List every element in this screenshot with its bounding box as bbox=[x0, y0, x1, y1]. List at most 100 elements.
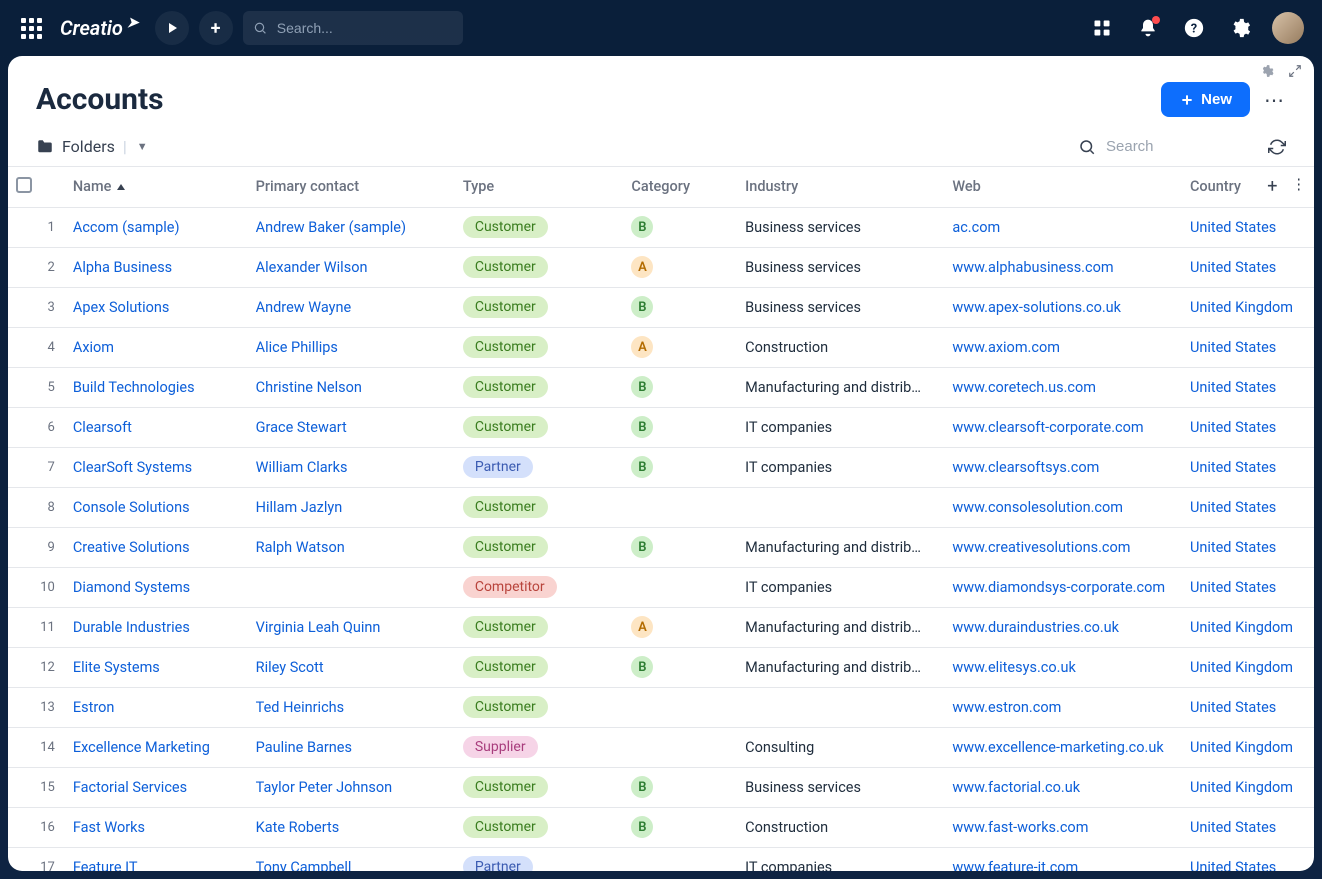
web-link[interactable]: www.alphabusiness.com bbox=[952, 259, 1113, 276]
user-avatar[interactable] bbox=[1272, 12, 1304, 44]
country-link[interactable]: United States bbox=[1190, 459, 1276, 476]
contact-link[interactable]: Christine Nelson bbox=[256, 379, 362, 396]
web-link[interactable]: www.apex-solutions.co.uk bbox=[952, 299, 1121, 316]
web-link[interactable]: www.fast-works.com bbox=[952, 819, 1088, 836]
web-link[interactable]: www.diamondsys-corporate.com bbox=[952, 579, 1165, 596]
contact-link[interactable]: Virginia Leah Quinn bbox=[256, 619, 381, 636]
select-all-header[interactable] bbox=[8, 167, 65, 207]
account-name-link[interactable]: Build Technologies bbox=[73, 379, 195, 396]
web-link[interactable]: www.creativesolutions.com bbox=[952, 539, 1130, 556]
web-link[interactable]: www.consolesolution.com bbox=[952, 499, 1123, 516]
global-search-input[interactable] bbox=[275, 19, 453, 37]
table-row[interactable]: 5Build TechnologiesChristine NelsonCusto… bbox=[8, 367, 1314, 407]
account-name-link[interactable]: Clearsoft bbox=[73, 419, 132, 436]
col-type[interactable]: Type bbox=[455, 167, 624, 207]
account-name-link[interactable]: Console Solutions bbox=[73, 499, 190, 516]
contact-link[interactable]: Pauline Barnes bbox=[256, 739, 352, 756]
contact-link[interactable]: Alexander Wilson bbox=[256, 259, 368, 276]
global-search[interactable] bbox=[243, 11, 463, 45]
table-row[interactable]: 14Excellence MarketingPauline BarnesSupp… bbox=[8, 727, 1314, 767]
table-search[interactable] bbox=[1078, 137, 1244, 156]
country-link[interactable]: United States bbox=[1190, 339, 1276, 356]
account-name-link[interactable]: Diamond Systems bbox=[73, 579, 190, 596]
col-industry[interactable]: Industry bbox=[737, 167, 944, 207]
contact-link[interactable]: Ted Heinrichs bbox=[256, 699, 344, 716]
quick-add-button[interactable]: + bbox=[199, 11, 233, 45]
country-link[interactable]: United States bbox=[1190, 539, 1276, 556]
new-button[interactable]: New bbox=[1161, 82, 1250, 117]
table-row[interactable]: 15Factorial ServicesTaylor Peter Johnson… bbox=[8, 767, 1314, 807]
web-link[interactable]: www.excellence-marketing.co.uk bbox=[952, 739, 1163, 756]
web-link[interactable]: www.feature-it.com bbox=[952, 859, 1078, 872]
country-link[interactable]: United States bbox=[1190, 419, 1276, 436]
table-row[interactable]: 12Elite SystemsRiley ScottCustomerBManuf… bbox=[8, 647, 1314, 687]
web-link[interactable]: www.factorial.co.uk bbox=[952, 779, 1080, 796]
contact-link[interactable]: Kate Roberts bbox=[256, 819, 340, 836]
account-name-link[interactable]: Fast Works bbox=[73, 819, 145, 836]
account-name-link[interactable]: Apex Solutions bbox=[73, 299, 170, 316]
country-link[interactable]: United States bbox=[1190, 219, 1276, 236]
country-link[interactable]: United States bbox=[1190, 579, 1276, 596]
refresh-button[interactable] bbox=[1268, 138, 1286, 156]
table-row[interactable]: 4AxiomAlice PhillipsCustomerAConstructio… bbox=[8, 327, 1314, 367]
account-name-link[interactable]: ClearSoft Systems bbox=[73, 459, 192, 476]
country-link[interactable]: United States bbox=[1190, 259, 1276, 276]
contact-link[interactable]: Grace Stewart bbox=[256, 419, 347, 436]
country-link[interactable]: United States bbox=[1190, 859, 1276, 872]
table-row[interactable]: 17Feature ITTony CampbellPartnerIT compa… bbox=[8, 847, 1314, 871]
contact-link[interactable]: Ralph Watson bbox=[256, 539, 345, 556]
account-name-link[interactable]: Durable Industries bbox=[73, 619, 190, 636]
account-name-link[interactable]: Accom (sample) bbox=[73, 219, 180, 236]
account-name-link[interactable]: Excellence Marketing bbox=[73, 739, 210, 756]
account-name-link[interactable]: Elite Systems bbox=[73, 659, 160, 676]
marketplace-button[interactable] bbox=[1088, 14, 1116, 42]
web-link[interactable]: www.coretech.us.com bbox=[952, 379, 1096, 396]
table-row[interactable]: 9Creative SolutionsRalph WatsonCustomerB… bbox=[8, 527, 1314, 567]
contact-link[interactable]: William Clarks bbox=[256, 459, 348, 476]
contact-link[interactable]: Hillam Jazlyn bbox=[256, 499, 343, 516]
table-row[interactable]: 13EstronTed HeinrichsCustomerwww.estron.… bbox=[8, 687, 1314, 727]
notifications-button[interactable] bbox=[1134, 14, 1162, 42]
page-actions-menu[interactable]: ⋯ bbox=[1264, 88, 1286, 112]
contact-link[interactable]: Tony Campbell bbox=[256, 859, 352, 872]
web-link[interactable]: www.axiom.com bbox=[952, 339, 1060, 356]
run-process-button[interactable] bbox=[155, 11, 189, 45]
account-name-link[interactable]: Estron bbox=[73, 699, 115, 716]
table-row[interactable]: 1Accom (sample)Andrew Baker (sample)Cust… bbox=[8, 207, 1314, 247]
country-link[interactable]: United States bbox=[1190, 499, 1276, 516]
country-link[interactable]: United Kingdom bbox=[1190, 739, 1293, 756]
column-menu-button[interactable]: ⋮ bbox=[1292, 176, 1307, 197]
table-row[interactable]: 11Durable IndustriesVirginia Leah QuinnC… bbox=[8, 607, 1314, 647]
page-settings-button[interactable] bbox=[1258, 62, 1276, 80]
web-link[interactable]: www.estron.com bbox=[952, 699, 1061, 716]
table-row[interactable]: 10Diamond SystemsCompetitorIT companiesw… bbox=[8, 567, 1314, 607]
logo[interactable]: Creatio ➤ bbox=[60, 16, 139, 40]
table-row[interactable]: 2Alpha BusinessAlexander WilsonCustomerA… bbox=[8, 247, 1314, 287]
country-link[interactable]: United Kingdom bbox=[1190, 659, 1293, 676]
table-row[interactable]: 3Apex SolutionsAndrew WayneCustomerBBusi… bbox=[8, 287, 1314, 327]
web-link[interactable]: www.duraindustries.co.uk bbox=[952, 619, 1119, 636]
table-row[interactable]: 7ClearSoft SystemsWilliam ClarksPartnerB… bbox=[8, 447, 1314, 487]
account-name-link[interactable]: Factorial Services bbox=[73, 779, 187, 796]
contact-link[interactable]: Andrew Baker (sample) bbox=[256, 219, 406, 236]
country-link[interactable]: United States bbox=[1190, 379, 1276, 396]
col-name[interactable]: Name bbox=[65, 167, 248, 207]
table-row[interactable]: 6ClearsoftGrace StewartCustomerBIT compa… bbox=[8, 407, 1314, 447]
contact-link[interactable]: Taylor Peter Johnson bbox=[256, 779, 393, 796]
account-name-link[interactable]: Alpha Business bbox=[73, 259, 172, 276]
web-link[interactable]: ac.com bbox=[952, 219, 1000, 236]
col-category[interactable]: Category bbox=[623, 167, 737, 207]
expand-button[interactable] bbox=[1286, 62, 1304, 80]
table-row[interactable]: 16Fast WorksKate RobertsCustomerBConstru… bbox=[8, 807, 1314, 847]
web-link[interactable]: www.elitesys.co.uk bbox=[952, 659, 1075, 676]
settings-button[interactable] bbox=[1226, 14, 1254, 42]
help-button[interactable]: ? bbox=[1180, 14, 1208, 42]
web-link[interactable]: www.clearsoft-corporate.com bbox=[952, 419, 1143, 436]
account-name-link[interactable]: Creative Solutions bbox=[73, 539, 190, 556]
country-link[interactable]: United States bbox=[1190, 699, 1276, 716]
country-link[interactable]: United Kingdom bbox=[1190, 299, 1293, 316]
account-name-link[interactable]: Feature IT bbox=[73, 859, 138, 872]
folders-button[interactable]: Folders | ▼ bbox=[36, 137, 148, 156]
country-link[interactable]: United Kingdom bbox=[1190, 779, 1293, 796]
country-link[interactable]: United Kingdom bbox=[1190, 619, 1293, 636]
